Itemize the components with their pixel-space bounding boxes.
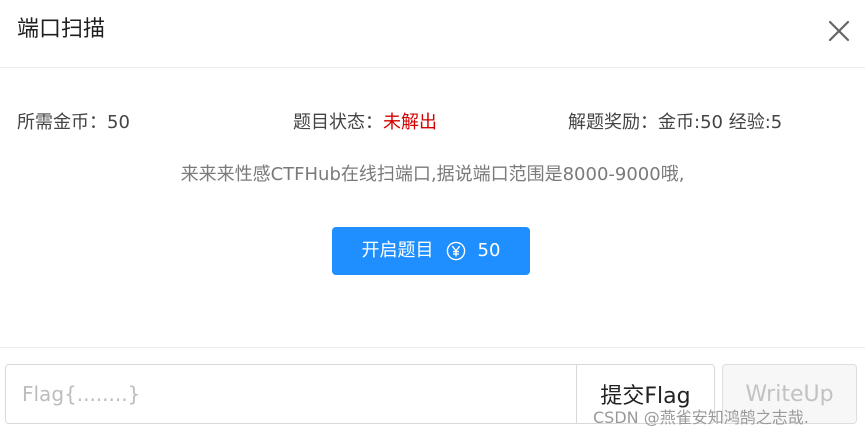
cost-info: 所需金币：50 xyxy=(17,109,130,137)
start-button-cost: 50 xyxy=(477,240,501,261)
dialog-title: 端口扫描 xyxy=(17,17,106,42)
status-label: 题目状态： xyxy=(293,112,383,133)
yen-coin-icon xyxy=(446,241,465,261)
challenge-description: 来来来性感CTFHub在线扫端口,据说端口范围是8000-9000哦, xyxy=(180,164,685,185)
dialog-header: 端口扫描 xyxy=(0,0,865,68)
cost-label: 所需金币： xyxy=(17,112,107,133)
status-badge: 未解出 xyxy=(383,112,437,133)
reward-label: 解题奖励： xyxy=(568,112,658,133)
reward-info: 解题奖励：金币:50 经验:5 xyxy=(568,109,782,137)
start-challenge-button[interactable]: 开启题目 50 xyxy=(332,227,530,275)
challenge-dialog: 端口扫描 所需金币：50 题目状态：未解出 解题奖励：金币:50 经验:5 来来… xyxy=(0,0,865,438)
start-button-label: 开启题目 xyxy=(361,240,434,261)
flag-input[interactable] xyxy=(5,364,577,424)
close-icon xyxy=(828,20,850,42)
cost-value: 50 xyxy=(107,112,130,133)
status-info: 题目状态：未解出 xyxy=(293,109,437,137)
close-button[interactable] xyxy=(824,16,854,46)
csdn-watermark: CSDN @燕雀安知鸿鹄之志哉. xyxy=(593,408,809,427)
reward-value: 金币:50 经验:5 xyxy=(658,112,783,133)
